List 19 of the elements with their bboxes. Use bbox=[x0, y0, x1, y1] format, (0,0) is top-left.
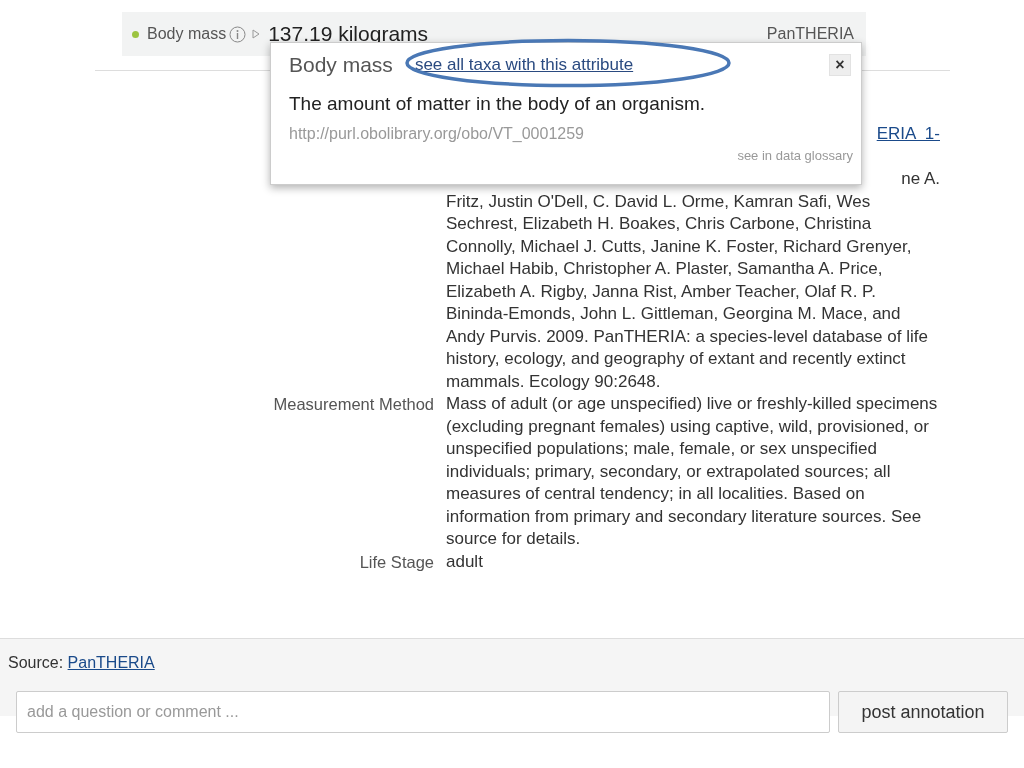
field-label: Life Stage bbox=[359, 552, 434, 571]
taxa-link[interactable]: see all taxa with this attribute bbox=[414, 52, 634, 78]
field-value: Mass of adult (or age unspecified) live or freshly-killed specimens (excluding pregnant females) using captive, wild, provisioned, or unspecified populations; male, female, or sex unspecified individuals; primary, secondary, or extrapolated sources; all measures of central tendency; in all localities. Based on information from primary and secondary literature sources. See source for details. bbox=[446, 394, 938, 548]
source-name: PanTHERIA bbox=[766, 24, 854, 44]
citation-text: Fritz, Justin O'Dell, C. David L. Orme, Kamran Safi, Wes Sechrest, Elizabeth H. Boakes, Chris Carbone, Christina Connolly, Michael J. Cutts, Janine K. Foster, Richard Grenyer, Michael Habib, Christopher A. Plaster, Samantha A. Price, Elizabeth A. Rigby, Janna Rist, Amber Teacher, Olaf R. P. Bininda-Emonds, John L. Gittleman, Georgina M. Mace, and Andy Purvis. 2009. PanTHERIA: a species-level database of life history, ecology, and geography of extant and recently extinct mammals. Ecology 90:2648. bbox=[446, 190, 929, 393]
definition-text: The amount of matter in the body of an organism. bbox=[289, 91, 707, 116]
popover-title: Body mass bbox=[289, 52, 393, 78]
comment-field[interactable]: add a question or comment ... bbox=[16, 691, 830, 733]
post-annotation-button[interactable]: post annotation bbox=[838, 691, 1008, 733]
measurement-value: 137.19 kilograms bbox=[268, 21, 429, 48]
citation-text: ne A. bbox=[901, 169, 940, 188]
field-value: adult bbox=[446, 551, 483, 571]
field-label: Measurement Method bbox=[273, 395, 434, 413]
source-label: Source: bbox=[8, 654, 64, 671]
attribute-name: Body mass bbox=[147, 24, 227, 44]
source-link[interactable]: PanTHERIA bbox=[67, 654, 155, 671]
ontology-uri: http://purl.obolibrary.org/obo/VT_0001259 bbox=[289, 125, 584, 142]
close-button[interactable]: × bbox=[829, 53, 851, 76]
citation-link[interactable]: ERIA 1- bbox=[876, 124, 940, 143]
